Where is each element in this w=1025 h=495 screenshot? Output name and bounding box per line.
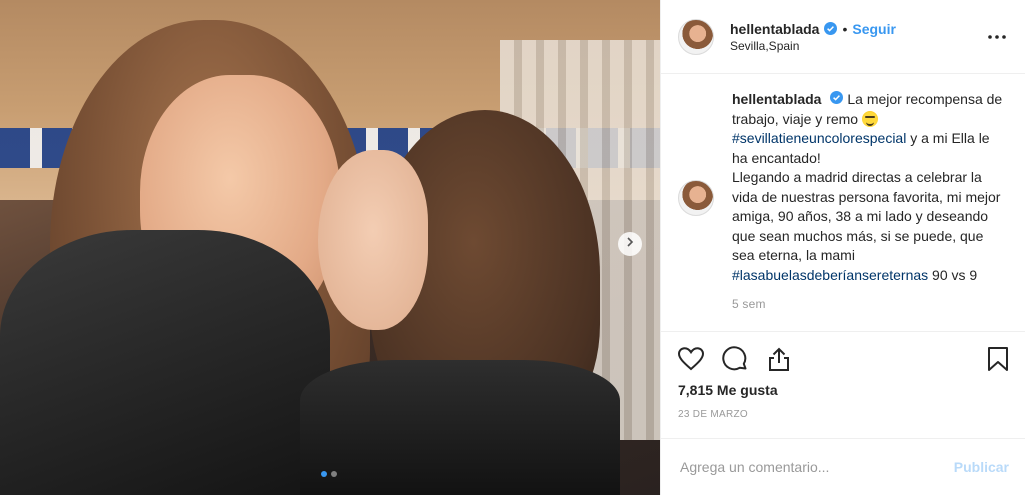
bookmark-icon[interactable] xyxy=(979,344,1009,374)
carousel-dot-1 xyxy=(321,471,327,477)
verified-badge-icon xyxy=(824,22,838,35)
post-sidebar: hellentablada • Seguir Sevilla,Spain hel… xyxy=(660,0,1025,495)
publish-button[interactable]: Publicar xyxy=(954,459,1009,475)
more-options-icon[interactable] xyxy=(985,25,1009,49)
header-row: hellentablada • Seguir xyxy=(730,21,985,37)
post-header: hellentablada • Seguir Sevilla,Spain xyxy=(661,0,1025,74)
avatar[interactable] xyxy=(678,18,714,55)
comment-icon[interactable] xyxy=(722,344,752,374)
caption-username[interactable]: hellentablada xyxy=(732,91,821,107)
caption-time[interactable]: 5 sem xyxy=(732,295,1009,315)
comments-section: hellentablada La mejor recompensa de tra… xyxy=(661,90,1025,315)
heart-icon[interactable] xyxy=(678,344,708,374)
header-text: hellentablada • Seguir Sevilla,Spain xyxy=(730,21,985,53)
action-bar xyxy=(661,331,1025,385)
caption-avatar[interactable] xyxy=(678,180,714,216)
username-link[interactable]: hellentablada xyxy=(730,21,819,37)
caption-text-4: 90 vs 9 xyxy=(932,266,978,283)
caption: hellentablada La mejor recompensa de tra… xyxy=(678,90,1009,315)
carousel-next-button[interactable] xyxy=(618,232,642,256)
post-photo[interactable] xyxy=(0,0,660,495)
chevron-right-icon xyxy=(624,235,636,253)
caption-text-3: Llegando a madrid directas a celebrar la… xyxy=(732,169,1001,263)
post-date[interactable]: 23 DE MARZO xyxy=(678,409,748,420)
photo-girl-jacket xyxy=(300,360,620,495)
comment-input[interactable] xyxy=(678,458,954,476)
photo-girl-face xyxy=(318,150,428,330)
photo-woman-jacket xyxy=(0,230,330,495)
hashtag-link-1[interactable]: #sevillatieneuncolorespecial xyxy=(732,130,906,146)
comment-form: Publicar xyxy=(661,438,1025,495)
likes-count[interactable]: 7,815 Me gusta xyxy=(678,382,778,398)
share-icon[interactable] xyxy=(766,344,796,374)
header-separator: • xyxy=(842,20,848,37)
follow-button[interactable]: Seguir xyxy=(852,21,896,37)
caption-body: hellentablada La mejor recompensa de tra… xyxy=(732,90,1009,315)
carousel-dots xyxy=(321,471,337,477)
instagram-post: hellentablada • Seguir Sevilla,Spain hel… xyxy=(0,0,1025,495)
grinning-sweat-emoji-icon xyxy=(861,110,878,127)
carousel-dot-2 xyxy=(331,471,337,477)
location-link[interactable]: Sevilla,Spain xyxy=(730,39,985,53)
hashtag-link-2[interactable]: #lasabuelasdeberíansereternas xyxy=(732,267,928,283)
verified-badge-icon xyxy=(830,91,844,104)
